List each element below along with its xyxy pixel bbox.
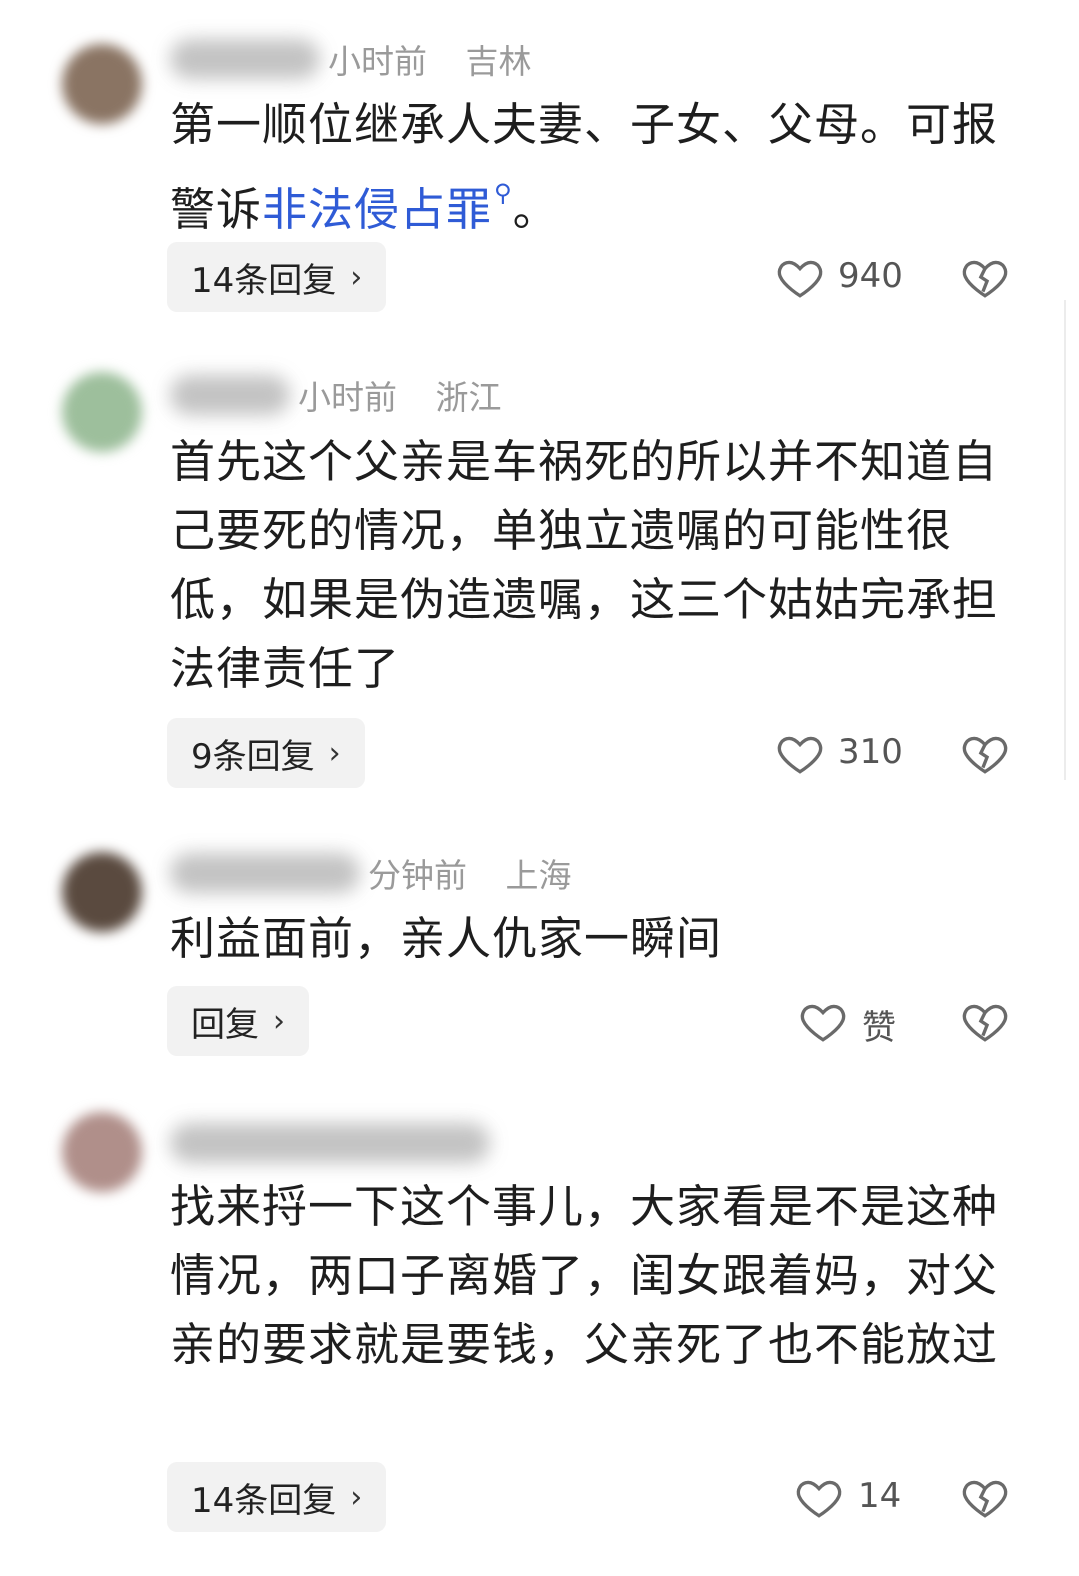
like-label: 赞 [862, 1008, 896, 1048]
avatar[interactable] [62, 1112, 142, 1192]
like-count: 310 [838, 732, 903, 772]
heart-outline-icon[interactable] [798, 996, 848, 1046]
comment-text: 找来捋一下这个事儿，大家看是不是这种情况，两口子离婚了，闺女跟着妈，对父亲的要求… [170, 1180, 999, 1371]
broken-heart-icon[interactable] [960, 1472, 1010, 1522]
timestamp: 分钟前 [368, 856, 467, 895]
comment-text: 首先这个父亲是车祸死的所以并不知道自己要死的情况，单独立遗嘱的可能性很低，如果是… [170, 435, 999, 695]
heart-outline-icon[interactable] [775, 252, 825, 302]
comment-meta: 小时前 吉林 [170, 34, 532, 84]
comment-text: 利益面前，亲人仇家一瞬间 [170, 912, 723, 965]
view-replies-button[interactable]: 14条回复 › [167, 1462, 387, 1532]
view-replies-button[interactable]: 9条回复 › [167, 718, 365, 788]
chevron-right-icon: › [350, 1479, 363, 1515]
username-blurred[interactable] [170, 1123, 490, 1163]
broken-heart-icon[interactable] [960, 252, 1010, 302]
scroll-edge [1064, 300, 1066, 780]
comment-text: 第一顺位继承人夫妻、子女、父母。可报警诉非法侵占罪⚲。 [170, 98, 999, 236]
location: 上海 [505, 856, 572, 895]
avatar[interactable] [62, 852, 142, 932]
avatar[interactable] [62, 44, 142, 124]
comment-meta [170, 1118, 526, 1168]
location: 吉林 [465, 42, 532, 81]
timestamp: 小时前 [298, 378, 397, 417]
chevron-right-icon: › [273, 1003, 285, 1039]
broken-heart-icon[interactable] [960, 996, 1010, 1046]
search-icon[interactable]: ⚲ [494, 179, 513, 207]
comment-meta: 分钟前 上海 [170, 848, 572, 898]
comment-actions: 赞 [770, 986, 1030, 1056]
reply-button[interactable]: 回复 › [167, 986, 309, 1056]
view-replies-button[interactable]: 14条回复 › [167, 242, 387, 312]
comment-actions: 940 [770, 242, 1030, 312]
comment-meta: 小时前 浙江 [170, 370, 502, 420]
broken-heart-icon[interactable] [960, 728, 1010, 778]
comment-actions: 310 [770, 718, 1030, 788]
timestamp: 小时前 [328, 42, 427, 81]
heart-outline-icon[interactable] [794, 1472, 844, 1522]
like-count: 14 [858, 1476, 902, 1516]
search-link[interactable]: 非法侵占罪 [262, 183, 492, 236]
comment-actions: 14 [770, 1462, 1030, 1532]
like-count: 940 [838, 256, 903, 296]
location: 浙江 [435, 378, 502, 417]
heart-outline-icon[interactable] [775, 728, 825, 778]
chevron-right-icon: › [350, 259, 363, 295]
username-blurred[interactable] [170, 853, 360, 893]
chevron-right-icon: › [328, 735, 341, 771]
avatar[interactable] [62, 372, 142, 452]
username-blurred[interactable] [170, 39, 320, 79]
username-blurred[interactable] [170, 375, 290, 415]
